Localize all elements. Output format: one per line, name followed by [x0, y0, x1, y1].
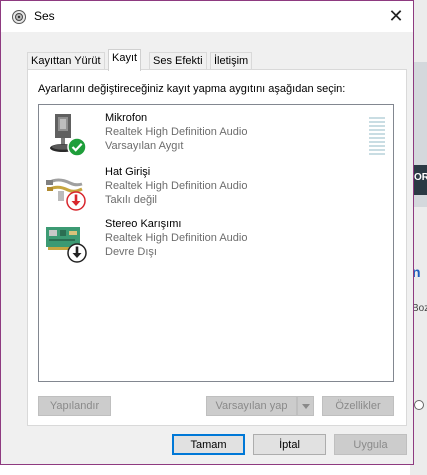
level-meter — [369, 117, 385, 157]
sound-dialog: Ses ✕ Kayıttan Yürüt Kayıt Ses Efekti İl… — [0, 0, 414, 465]
green-check-icon — [67, 137, 87, 157]
device-name: Mikrofon — [105, 112, 148, 124]
background-radio[interactable] — [414, 400, 424, 410]
title-bar[interactable]: Ses ✕ — [1, 1, 413, 32]
apply-button[interactable]: Uygula — [334, 434, 407, 455]
device-status: Varsayılan Aygıt — [105, 140, 184, 152]
tab-recording[interactable]: Kayıt — [108, 49, 142, 71]
device-microphone[interactable]: Mikrofon Realtek High Definition Audio V… — [39, 109, 393, 159]
device-driver: Realtek High Definition Audio — [105, 232, 248, 244]
window-title: Ses — [34, 9, 55, 23]
tab-playback[interactable]: Kayıttan Yürüt — [27, 52, 105, 70]
properties-button[interactable]: Özellikler — [322, 396, 394, 416]
close-icon: ✕ — [388, 6, 404, 26]
microphone-icon — [50, 114, 87, 157]
configure-button[interactable]: Yapılandır — [38, 396, 111, 416]
sound-card-icon — [46, 227, 87, 263]
device-line-in[interactable]: Hat Girişi Realtek High Definition Audio… — [39, 163, 393, 213]
device-name: Hat Girişi — [105, 166, 151, 178]
device-driver: Realtek High Definition Audio — [105, 180, 248, 192]
tab-communications[interactable]: İletişim — [210, 52, 253, 70]
set-default-dropdown[interactable] — [297, 396, 314, 416]
speaker-icon — [12, 10, 26, 24]
ok-button[interactable]: Tamam — [172, 434, 245, 455]
device-status: Takılı değil — [105, 194, 157, 206]
background-text-fragment: Boz — [412, 303, 427, 314]
device-status: Devre Dışı — [105, 246, 157, 258]
background-text-fragment: ORI — [414, 172, 427, 183]
cancel-button[interactable]: İptal — [253, 434, 326, 455]
device-stereo-mix[interactable]: Stereo Karışımı Realtek High Definition … — [39, 215, 393, 265]
close-button[interactable]: ✕ — [385, 7, 407, 27]
tab-sound-effects[interactable]: Ses Efekti — [149, 52, 207, 70]
recording-panel: Ayarlarını değiştireceğiniz kayıt yapma … — [27, 69, 407, 426]
device-name: Stereo Karışımı — [105, 218, 182, 230]
device-driver: Realtek High Definition Audio — [105, 126, 248, 138]
instruction-text: Ayarlarını değiştireceğiniz kayıt yapma … — [38, 83, 346, 95]
line-in-cable-icon — [46, 178, 86, 211]
set-default-button[interactable]: Varsayılan yap — [206, 396, 297, 416]
device-list[interactable]: Mikrofon Realtek High Definition Audio V… — [38, 104, 394, 382]
